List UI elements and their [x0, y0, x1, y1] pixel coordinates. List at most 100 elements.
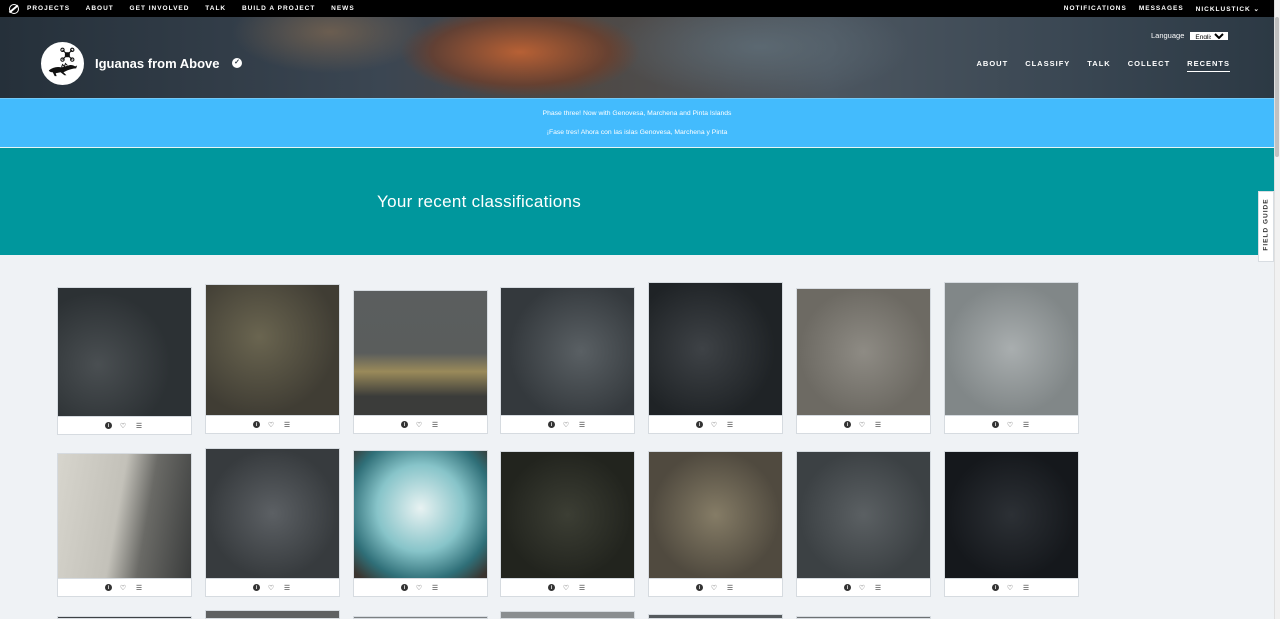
info-icon[interactable]: i	[992, 584, 999, 591]
classification-card: i ♡ ☰	[648, 451, 783, 597]
heart-icon[interactable]: ♡	[266, 583, 276, 593]
card-actions: i ♡ ☰	[353, 416, 488, 434]
heart-icon[interactable]: ♡	[561, 420, 571, 430]
subject-thumbnail[interactable]	[648, 614, 783, 619]
subject-thumbnail[interactable]	[205, 284, 340, 416]
collect-list-icon[interactable]: ☰	[1021, 420, 1031, 430]
recents-hero: Your recent classifications	[0, 147, 1274, 255]
zooniverse-logo-icon[interactable]	[9, 3, 19, 14]
field-guide-label: FIELD GUIDE	[1262, 198, 1270, 251]
heart-icon[interactable]: ♡	[709, 583, 719, 593]
global-nav-get-involved[interactable]: GET INVOLVED	[130, 5, 190, 12]
global-nav-left: PROJECTS ABOUT GET INVOLVED TALK BUILD A…	[27, 5, 368, 12]
collect-list-icon[interactable]: ☰	[577, 583, 587, 593]
info-icon[interactable]: i	[401, 421, 408, 428]
collect-list-icon[interactable]: ☰	[577, 420, 587, 430]
info-icon[interactable]: i	[105, 584, 112, 591]
global-nav-news[interactable]: NEWS	[331, 5, 355, 12]
language-select[interactable]: English	[1190, 31, 1229, 40]
collect-list-icon[interactable]: ☰	[725, 583, 735, 593]
collect-list-icon[interactable]: ☰	[282, 420, 292, 430]
subject-thumbnail[interactable]	[500, 287, 635, 416]
collect-list-icon[interactable]: ☰	[282, 583, 292, 593]
info-icon[interactable]: i	[253, 421, 260, 428]
heart-icon[interactable]: ♡	[857, 583, 867, 593]
user-menu[interactable]: NICKLUSTICK ⌄	[1196, 5, 1260, 13]
subject-thumbnail[interactable]	[944, 451, 1079, 579]
subject-thumbnail[interactable]	[796, 288, 931, 416]
global-nav-right: NOTIFICATIONS MESSAGES NICKLUSTICK ⌄	[1052, 5, 1260, 13]
language-selector: Language English	[1151, 31, 1229, 40]
subject-thumbnail[interactable]	[57, 453, 192, 579]
info-icon[interactable]: i	[105, 422, 112, 429]
subject-thumbnail[interactable]	[205, 448, 340, 579]
collect-list-icon[interactable]: ☰	[134, 583, 144, 593]
project-title[interactable]: Iguanas from Above	[95, 56, 219, 71]
info-icon[interactable]: i	[844, 584, 851, 591]
collect-list-icon[interactable]: ☰	[873, 583, 883, 593]
global-nav-build-a-project[interactable]: BUILD A PROJECT	[242, 5, 315, 12]
collect-list-icon[interactable]: ☰	[725, 420, 735, 430]
info-icon[interactable]: i	[253, 584, 260, 591]
heart-icon[interactable]: ♡	[414, 583, 424, 593]
collect-list-icon[interactable]: ☰	[1021, 583, 1031, 593]
field-guide-tab[interactable]: FIELD GUIDE	[1258, 191, 1274, 262]
card-actions: i ♡ ☰	[500, 579, 635, 597]
heart-icon[interactable]: ♡	[266, 420, 276, 430]
announcement-banner: Phase three! Now with Genovesa, Marchena…	[0, 98, 1274, 147]
scrollbar-thumb[interactable]	[1275, 17, 1279, 157]
classification-card: i ♡ ☰	[205, 284, 340, 434]
classification-card	[500, 611, 635, 619]
collect-list-icon[interactable]: ☰	[134, 421, 144, 431]
project-avatar[interactable]	[41, 42, 84, 85]
messages-link[interactable]: MESSAGES	[1139, 5, 1184, 13]
info-icon[interactable]: i	[992, 421, 999, 428]
card-actions: i ♡ ☰	[944, 416, 1079, 434]
info-icon[interactable]: i	[696, 421, 703, 428]
heart-icon[interactable]: ♡	[709, 420, 719, 430]
project-nav-talk[interactable]: TALK	[1087, 59, 1110, 72]
subject-thumbnail[interactable]	[944, 282, 1079, 416]
classification-card: i ♡ ☰	[796, 288, 931, 434]
subject-thumbnail[interactable]	[648, 451, 783, 579]
project-nav-collect[interactable]: COLLECT	[1128, 59, 1170, 72]
heart-icon[interactable]: ♡	[118, 583, 128, 593]
card-actions: i ♡ ☰	[648, 579, 783, 597]
heart-icon[interactable]: ♡	[1005, 420, 1015, 430]
page-title: Your recent classifications	[377, 192, 582, 211]
subject-thumbnail[interactable]	[796, 451, 931, 579]
card-actions: i ♡ ☰	[648, 416, 783, 434]
collect-list-icon[interactable]: ☰	[873, 420, 883, 430]
heart-icon[interactable]: ♡	[1005, 583, 1015, 593]
notifications-link[interactable]: NOTIFICATIONS	[1064, 5, 1127, 13]
subject-thumbnail[interactable]	[500, 611, 635, 619]
global-nav-talk[interactable]: TALK	[205, 5, 226, 12]
heart-icon[interactable]: ♡	[561, 583, 571, 593]
info-icon[interactable]: i	[548, 584, 555, 591]
subject-thumbnail[interactable]	[57, 287, 192, 417]
heart-icon[interactable]: ♡	[857, 420, 867, 430]
chevron-down-icon: ⌄	[1253, 5, 1260, 13]
global-nav: PROJECTS ABOUT GET INVOLVED TALK BUILD A…	[0, 0, 1280, 17]
subject-thumbnail[interactable]	[353, 290, 488, 416]
info-icon[interactable]: i	[844, 421, 851, 428]
subject-thumbnail[interactable]	[648, 282, 783, 416]
project-nav-classify[interactable]: CLASSIFY	[1025, 59, 1070, 72]
collect-list-icon[interactable]: ☰	[430, 420, 440, 430]
info-icon[interactable]: i	[401, 584, 408, 591]
classification-card	[648, 614, 783, 619]
global-nav-projects[interactable]: PROJECTS	[27, 5, 70, 12]
info-icon[interactable]: i	[548, 421, 555, 428]
subject-thumbnail[interactable]	[205, 610, 340, 619]
info-icon[interactable]: i	[696, 584, 703, 591]
collect-list-icon[interactable]: ☰	[430, 583, 440, 593]
heart-icon[interactable]: ♡	[414, 420, 424, 430]
subject-thumbnail[interactable]	[500, 451, 635, 579]
project-nav-recents[interactable]: RECENTS	[1187, 59, 1230, 72]
global-nav-about[interactable]: ABOUT	[86, 5, 114, 12]
heart-icon[interactable]: ♡	[118, 421, 128, 431]
subject-thumbnail[interactable]	[353, 450, 488, 579]
project-nav-about[interactable]: ABOUT	[977, 59, 1009, 72]
classification-card: i ♡ ☰	[57, 453, 192, 597]
announcement-line-spanish: ¡Fase tres! Ahora con las islas Genovesa…	[546, 129, 728, 136]
